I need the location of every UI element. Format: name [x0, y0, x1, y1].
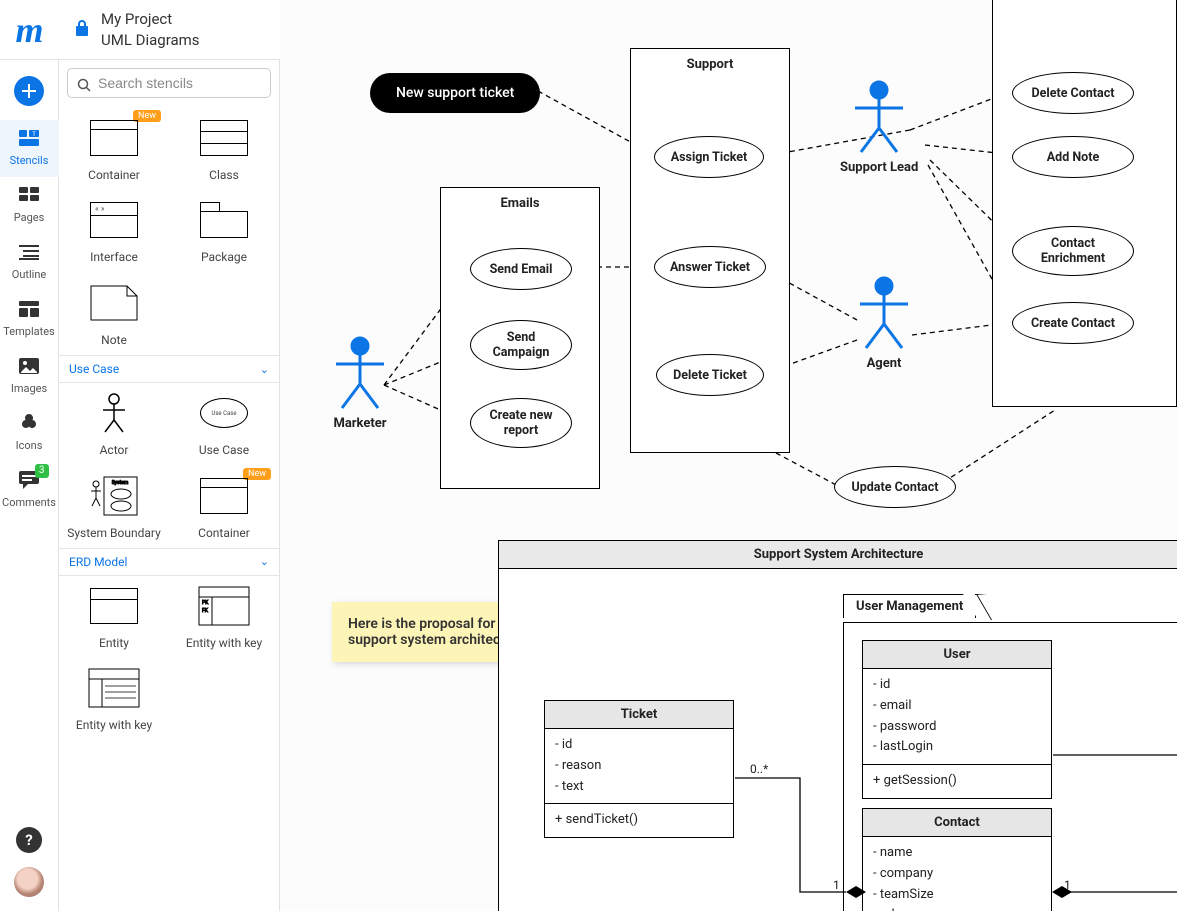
stencil-container[interactable]: New Container: [59, 108, 169, 190]
usecase-contact-enrichment[interactable]: Contact Enrichment: [1012, 226, 1134, 276]
nav-label: Stencils: [10, 154, 49, 167]
usecase-send-email[interactable]: Send Email: [470, 248, 572, 290]
class-edges: [280, 700, 1177, 911]
multiplicity: 1: [1064, 878, 1071, 892]
nav-comments[interactable]: 3 Comments: [0, 462, 59, 519]
nav-images[interactable]: Images: [0, 348, 59, 405]
multiplicity: 1: [833, 878, 840, 892]
frame-user-management-tab[interactable]: User Management: [843, 594, 976, 618]
chevron-down-icon: ⌄: [260, 555, 269, 568]
usecase-add-note[interactable]: Add Note: [1012, 136, 1134, 178]
images-icon: [16, 354, 42, 378]
svg-text:FK: FK: [202, 608, 209, 614]
stencil-entity-with-key[interactable]: PKFK Entity with key: [169, 576, 279, 658]
nav-label: Icons: [16, 439, 43, 452]
actor-agent[interactable]: Agent: [856, 276, 912, 371]
multiplicity: 0..*: [750, 762, 768, 776]
usecase-send-campaign[interactable]: Send Campaign: [470, 320, 572, 370]
stencil-system-boundary[interactable]: System System Boundary: [59, 466, 169, 548]
nav-label: Pages: [14, 211, 45, 224]
nav-label: Outline: [12, 268, 47, 281]
pages-icon: [16, 183, 42, 207]
stencil-note[interactable]: Note: [59, 273, 169, 355]
nav-outline[interactable]: Outline: [0, 234, 59, 291]
nav-label: Templates: [3, 325, 54, 338]
svg-text:T: T: [32, 131, 36, 138]
usecase-delete-ticket[interactable]: Delete Ticket: [656, 354, 764, 396]
stencil-usecase[interactable]: Use Case Use Case: [169, 383, 279, 465]
usecase-delete-contact[interactable]: Delete Contact: [1012, 72, 1134, 114]
svg-text:System: System: [112, 480, 129, 486]
node-new-support-ticket[interactable]: New support ticket: [370, 73, 540, 113]
plus-icon: [14, 76, 44, 106]
stencil-package[interactable]: Package: [169, 190, 279, 272]
lock-icon: [75, 20, 89, 40]
icons-icon: [16, 411, 42, 435]
chevron-down-icon: ⌄: [260, 363, 269, 376]
app-logo[interactable]: m: [0, 0, 59, 60]
stencil-entity-with-key-2[interactable]: Entity with key: [59, 658, 169, 740]
stencil-container-2[interactable]: New Container: [169, 466, 279, 548]
usecase-create-contact[interactable]: Create Contact: [1012, 302, 1134, 344]
usecase-update-contact[interactable]: Update Contact: [834, 466, 956, 508]
nav-stencils[interactable]: T Stencils: [0, 120, 59, 177]
stencil-interface[interactable]: Interface: [59, 190, 169, 272]
usecase-create-report[interactable]: Create new report: [470, 398, 572, 448]
svg-text:PK: PK: [202, 600, 209, 606]
nav-label: Comments: [2, 496, 56, 509]
actor-marketer[interactable]: Marketer: [332, 336, 388, 431]
search-input[interactable]: [67, 68, 271, 98]
stencil-empty: [169, 273, 279, 355]
stencil-actor[interactable]: Actor: [59, 383, 169, 465]
stencil-class[interactable]: Class: [169, 108, 279, 190]
stencil-entity[interactable]: Entity: [59, 576, 169, 658]
container-contacts[interactable]: [992, 0, 1177, 407]
project-name: My Project: [101, 9, 200, 29]
nav-templates[interactable]: Templates: [0, 291, 59, 348]
nav-pages[interactable]: Pages: [0, 177, 59, 234]
diagram-canvas[interactable]: New support ticket Emails Send Email Sen…: [280, 0, 1177, 911]
outline-icon: [16, 240, 42, 264]
templates-icon: [16, 297, 42, 321]
project-breadcrumb[interactable]: My Project UML Diagrams: [59, 9, 200, 50]
page-title: UML Diagrams: [101, 30, 200, 50]
add-button[interactable]: [0, 70, 59, 120]
nav-label: Images: [11, 382, 47, 395]
category-usecase[interactable]: Use Case⌄: [59, 355, 279, 383]
actor-support-lead[interactable]: Support Lead: [840, 80, 918, 175]
stencils-icon: T: [16, 126, 42, 150]
nav-icons[interactable]: Icons: [0, 405, 59, 462]
usecase-answer-ticket[interactable]: Answer Ticket: [654, 246, 766, 288]
category-erd[interactable]: ERD Model⌄: [59, 548, 279, 576]
avatar[interactable]: [14, 867, 44, 897]
help-button[interactable]: ?: [16, 827, 42, 853]
usecase-assign-ticket[interactable]: Assign Ticket: [654, 136, 764, 178]
comments-badge: 3: [35, 464, 49, 478]
